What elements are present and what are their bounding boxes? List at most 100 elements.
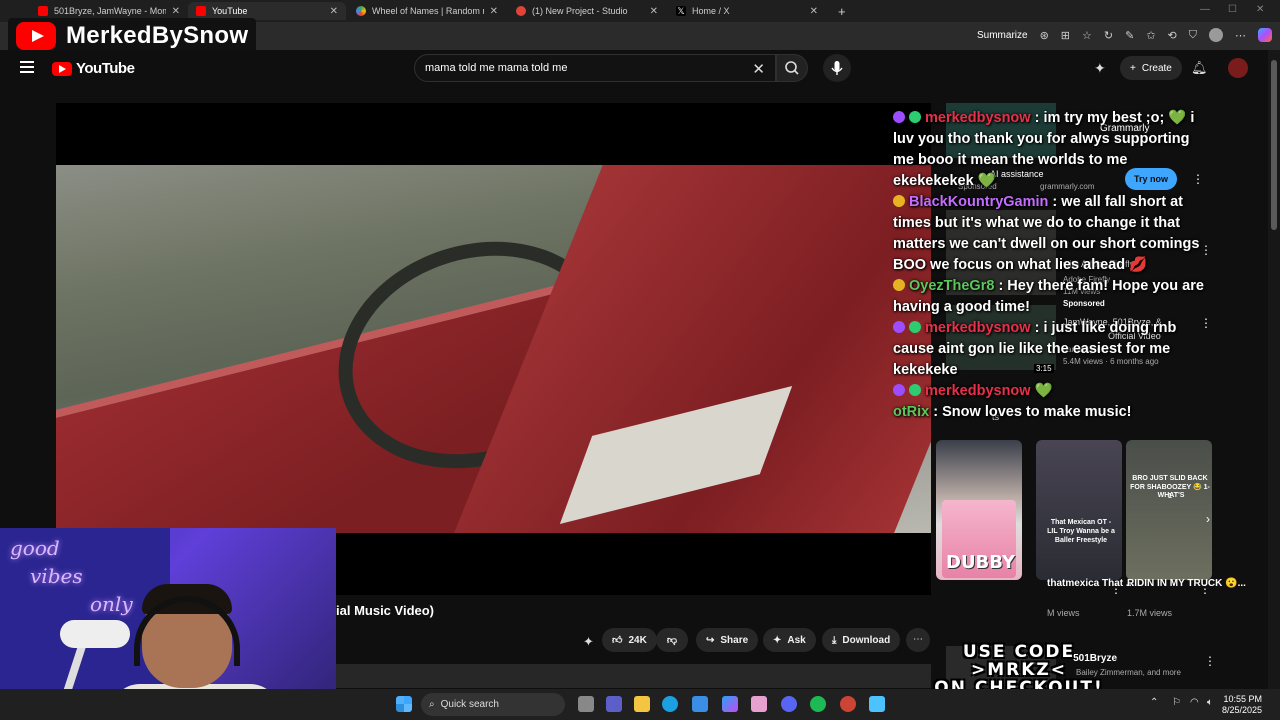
new-tab-button[interactable]: +	[830, 2, 850, 20]
apps-icon[interactable]: ⊞	[1061, 29, 1070, 42]
more-menu-icon[interactable]: ⋯	[1235, 29, 1246, 42]
profile-avatar[interactable]	[1209, 28, 1223, 42]
search-button[interactable]	[776, 54, 808, 82]
obs-icon[interactable]	[840, 696, 856, 712]
browser-tab[interactable]: Wheel of Names | Random name ✕	[348, 2, 506, 20]
youtube-logo-icon	[16, 22, 56, 50]
video-frame	[56, 165, 931, 533]
discord-icon[interactable]	[781, 696, 797, 712]
thumbs-up-icon: 👍︎	[612, 635, 623, 646]
mic-badge-icon	[893, 384, 905, 396]
stream-chat-overlay: merkedbysnow : im try my best ;o; 💚 i lu…	[893, 108, 1211, 423]
history-icon[interactable]: ⟲	[1168, 29, 1177, 42]
creator-icon[interactable]: ✦	[1094, 60, 1106, 77]
system-clock[interactable]: 10:55 PM 8/25/2025	[1222, 694, 1262, 716]
more-options-icon[interactable]: ⋮	[1110, 582, 1122, 596]
next-shorts-icon[interactable]: ›	[1206, 512, 1210, 526]
ask-button[interactable]: ✦ Ask	[763, 628, 816, 652]
spotify-icon[interactable]	[810, 696, 826, 712]
shield-icon[interactable]: ⛉	[1189, 29, 1197, 42]
favorites-list-icon[interactable]: ✩	[1146, 29, 1155, 42]
chat-username: merkedbysnow	[925, 383, 1031, 399]
download-button[interactable]: ⤓ Download	[822, 628, 901, 652]
browser-tab[interactable]: 𝕏 Home / X ✕	[668, 2, 826, 20]
maximize-icon[interactable]: ☐	[1228, 4, 1237, 15]
chat-message: merkedbysnow : im try my best ;o; 💚 i lu…	[893, 108, 1211, 192]
mic-badge-icon	[893, 321, 905, 333]
browser-tab[interactable]: (1) New Project - Studio ✕	[508, 2, 666, 20]
close-tab-icon[interactable]: ✕	[490, 6, 498, 17]
chat-text: : Snow loves to make music!	[929, 404, 1132, 420]
wifi-icon[interactable]: ◠	[1190, 697, 1199, 708]
chat-message: merkedbysnow 💚	[893, 381, 1211, 402]
more-options-icon[interactable]: ⋮	[1204, 654, 1216, 668]
chat-message: otRix : Snow loves to make music!	[893, 402, 1211, 423]
short-video-card[interactable]: BRO JUST SLID BACK FOR SHABOOZEY 😂 1-1 W…	[1126, 440, 1212, 580]
volume-icon[interactable]: 🔈︎	[1207, 697, 1213, 708]
short-video-card[interactable]: That Mexican OT - LIL Troy Wanna be a Ba…	[1036, 440, 1122, 580]
check-badge-icon	[909, 321, 921, 333]
copilot-summarize-icon[interactable]: ⊛	[1040, 29, 1049, 42]
clear-search-icon[interactable]: ✕	[752, 60, 765, 78]
notifications-bell-icon[interactable]: 🔔︎	[1191, 60, 1208, 76]
task-view-icon[interactable]	[578, 696, 594, 712]
windows-taskbar: ⌕ Quick search ⌃ ⚐ ◠ 🔈︎ 10:55 PM 8/25/20…	[0, 689, 1280, 720]
taskbar-search[interactable]: ⌕ Quick search	[421, 693, 565, 716]
menu-icon[interactable]	[20, 61, 34, 73]
summarize-button[interactable]: Summarize	[977, 30, 1028, 41]
extensions-icon[interactable]: ✎	[1125, 29, 1134, 42]
chat-message: BlackKountryGamin : we all fall short at…	[893, 192, 1211, 276]
copilot-icon[interactable]	[1258, 28, 1272, 42]
search-input[interactable]: mama told me mama told me ✕	[414, 54, 776, 82]
microphone	[60, 620, 130, 648]
share-button[interactable]: ↪ Share	[696, 628, 759, 652]
file-explorer-icon[interactable]	[634, 696, 650, 712]
close-tab-icon[interactable]: ✕	[330, 6, 338, 17]
x-icon: 𝕏	[676, 6, 686, 16]
video-player[interactable]	[56, 103, 931, 595]
search-icon: ⌕	[429, 699, 435, 710]
close-tab-icon[interactable]: ✕	[650, 6, 658, 17]
thumbs-down-icon: 👎︎	[666, 635, 678, 646]
wheel-icon	[356, 6, 366, 16]
youtube-home-logo[interactable]: YouTube	[52, 60, 135, 77]
close-tab-icon[interactable]: ✕	[172, 6, 180, 17]
check-badge-icon	[909, 111, 921, 123]
short-video-card[interactable]: DUBBY	[936, 440, 1022, 580]
dislike-button[interactable]: 👎︎	[656, 628, 688, 652]
creator-icon[interactable]: ✦	[583, 634, 594, 650]
chat-username: merkedbysnow	[925, 320, 1031, 336]
chat-text: 💚	[1030, 383, 1053, 399]
close-tab-icon[interactable]: ✕	[810, 6, 818, 17]
minimize-icon[interactable]: —	[1200, 4, 1210, 15]
create-button[interactable]: + Create	[1120, 56, 1182, 80]
crown-badge-icon	[893, 195, 905, 207]
account-avatar[interactable]	[1228, 58, 1248, 78]
streamer-brand-overlay: MerkedBySnow	[8, 18, 257, 54]
start-menu-icon[interactable]	[396, 696, 412, 712]
page-scrollbar[interactable]	[1268, 50, 1280, 689]
close-window-icon[interactable]: ✕	[1256, 4, 1264, 15]
youtube-icon	[52, 61, 72, 76]
network-icon[interactable]: ⚐	[1172, 697, 1181, 708]
teams-icon[interactable]	[606, 696, 622, 712]
edge-icon[interactable]	[662, 696, 678, 712]
voice-search-button[interactable]	[823, 54, 851, 82]
copilot-app-icon[interactable]	[722, 696, 738, 712]
favorite-icon[interactable]: ☆	[1082, 29, 1092, 42]
store-icon[interactable]	[692, 696, 708, 712]
description-box[interactable]	[336, 664, 931, 688]
refresh-icon[interactable]: ↻	[1104, 29, 1113, 42]
scrollbar-thumb[interactable]	[1271, 60, 1277, 230]
like-button[interactable]: 👍︎ 24K	[602, 628, 657, 652]
app-icon[interactable]	[751, 696, 767, 712]
video-title: ial Music Video)	[336, 603, 435, 618]
microphone-icon	[831, 61, 843, 75]
notepad-icon[interactable]	[869, 696, 885, 712]
chat-username: OyezTheGr8	[909, 278, 995, 294]
youtube-icon	[196, 6, 206, 16]
tray-chevron-icon[interactable]: ⌃	[1150, 697, 1158, 708]
more-options-icon[interactable]: ⋮	[1199, 582, 1211, 596]
chat-message: OyezTheGr8 : Hey there fam! Hope you are…	[893, 276, 1211, 318]
chat-username: merkedbysnow	[925, 110, 1031, 126]
